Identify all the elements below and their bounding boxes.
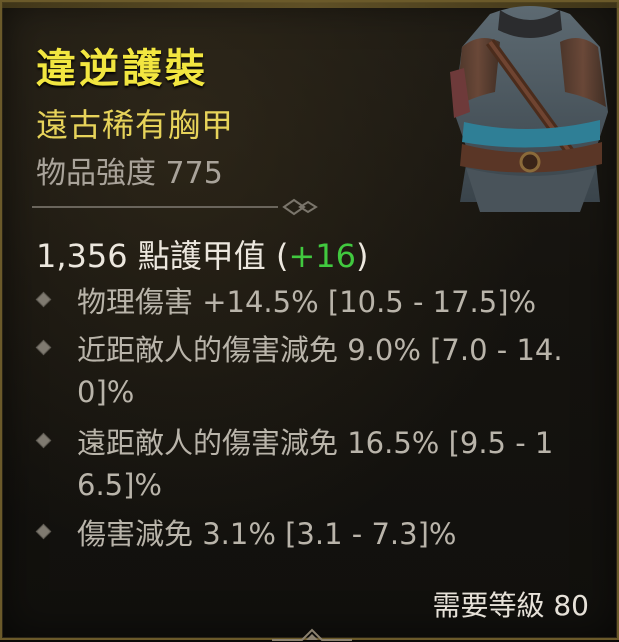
affix-row: 物理傷害 +14.5% [10.5 - 17.5]%	[35, 281, 567, 323]
diamond-bullet-icon	[35, 523, 52, 540]
diamond-bullet-icon	[35, 432, 52, 449]
level-requirement: 需要等級 80	[432, 589, 589, 622]
diamond-bullet-icon	[35, 291, 52, 308]
armor-value-text: 1,356 點護甲值	[36, 237, 266, 275]
armor-paren-open: (	[275, 237, 289, 275]
item-type: 遠古稀有胸甲	[36, 106, 235, 144]
affix-text: 遠距敵人的傷害減免 16.5% [9.5 - 16.5]%	[77, 426, 554, 502]
affix-text: 傷害減免 3.1% [3.1 - 7.3]%	[77, 517, 457, 551]
item-name: 違逆護裝	[36, 46, 208, 92]
affix-row: 近距敵人的傷害減免 9.0% [7.0 - 14.0]%	[35, 329, 567, 413]
affix-text: 近距敵人的傷害減免 9.0% [7.0 - 14.0]%	[77, 333, 563, 409]
affix-row: 遠距敵人的傷害減免 16.5% [9.5 - 16.5]%	[35, 422, 567, 506]
item-power: 物品強度 775	[36, 156, 223, 191]
item-tooltip: 違逆護裝 遠古稀有胸甲 物品強度 775 1,356 點護甲值 (+16) 物理…	[0, 0, 619, 641]
section-divider	[32, 198, 318, 216]
affix-text: 物理傷害 +14.5% [10.5 - 17.5]%	[77, 285, 537, 319]
diamond-bullet-icon	[35, 339, 52, 356]
affix-row: 傷害減免 3.1% [3.1 - 7.3]%	[35, 513, 567, 555]
armor-value: 1,356 點護甲值 (+16)	[36, 231, 368, 277]
armor-paren-close: )	[355, 237, 369, 275]
armor-bonus: +16	[288, 237, 356, 275]
chest-armor-icon	[450, 6, 608, 212]
